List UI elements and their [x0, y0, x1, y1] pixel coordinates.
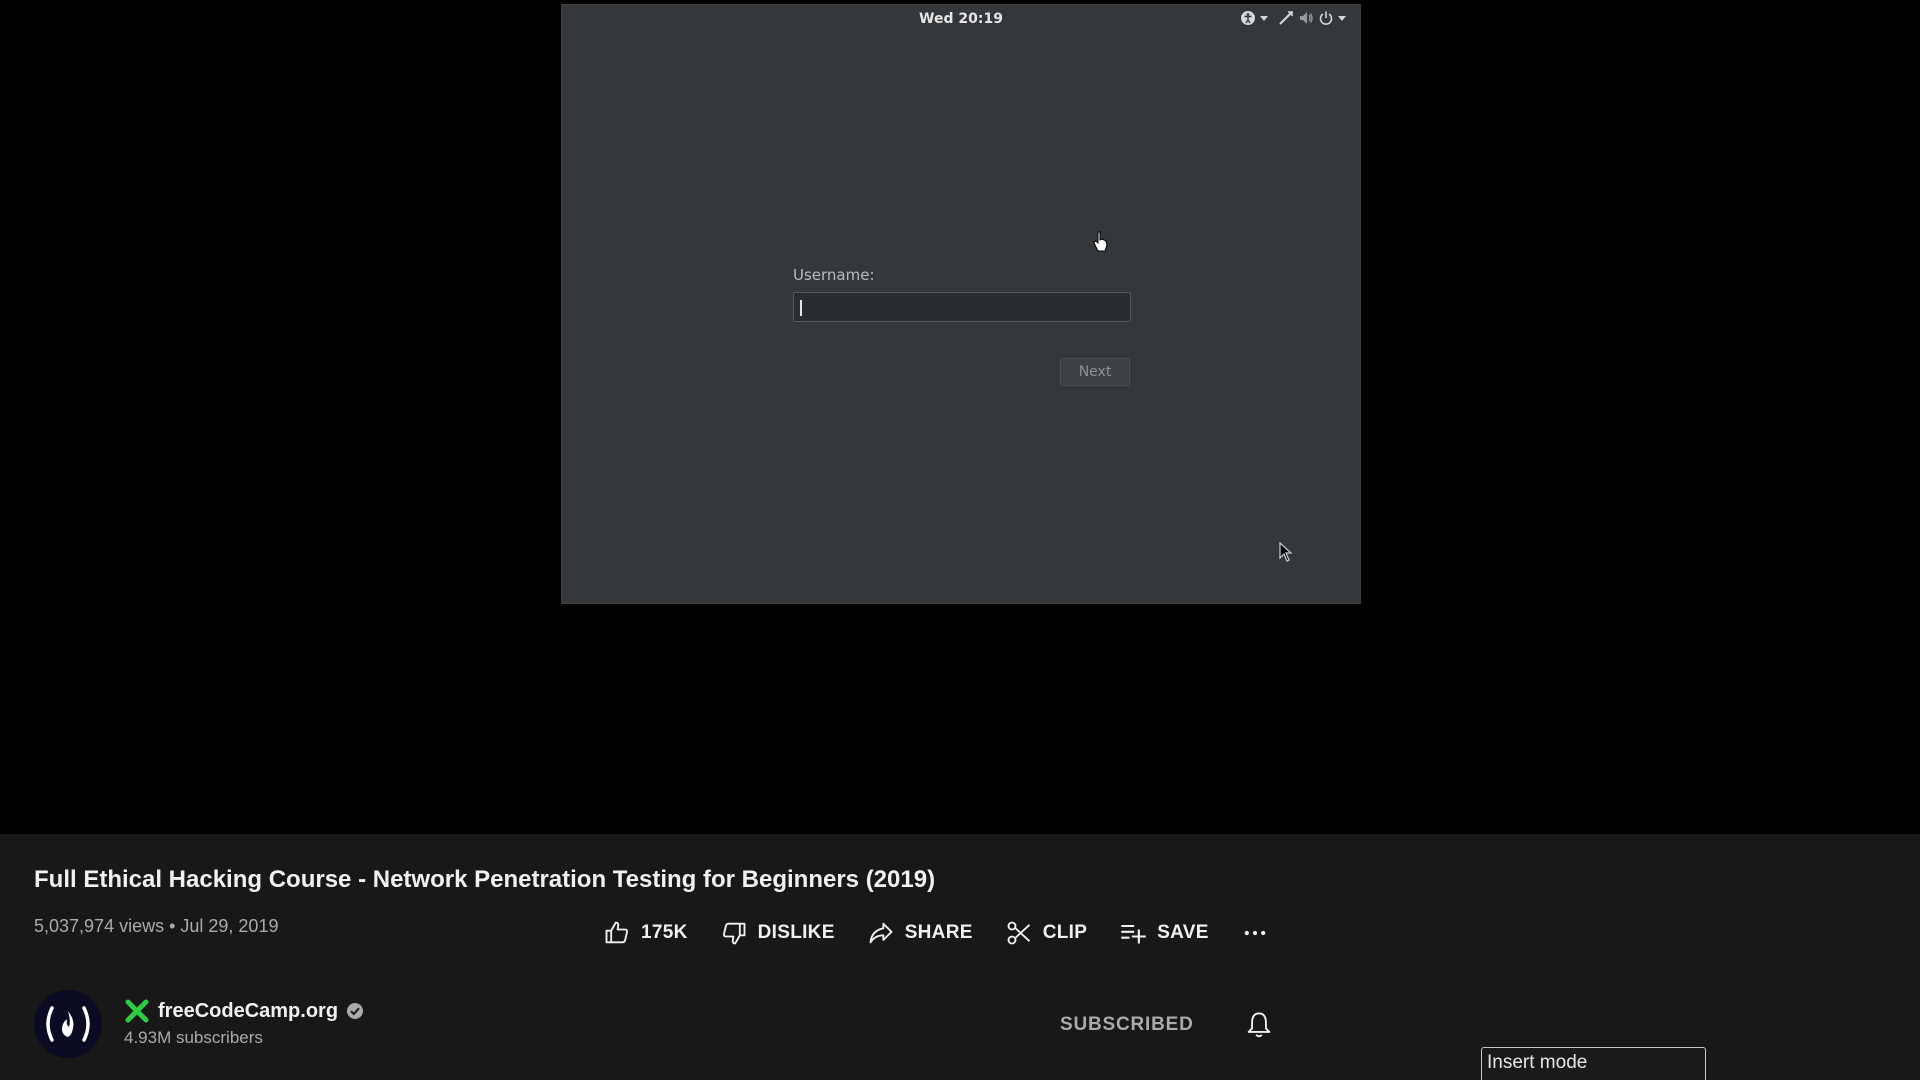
chevron-down-icon: [1260, 15, 1268, 21]
video-meta-panel: Full Ethical Hacking Course - Network Pe…: [0, 834, 1920, 1080]
chevron-down-icon: [1338, 15, 1346, 21]
video-actions: 175K DISLIKE SHARE CLIP SAVE: [603, 918, 1269, 948]
vm-status-menu[interactable]: [1278, 10, 1346, 26]
verified-icon: [347, 1003, 364, 1019]
username-label: Username:: [793, 266, 875, 284]
thumbs-up-icon: [605, 921, 628, 944]
vm-login-screen: Wed 20:19 Username: Next: [561, 4, 1361, 604]
clip-button[interactable]: CLIP: [1005, 919, 1087, 947]
save-label: SAVE: [1157, 922, 1209, 943]
playlist-add-icon: [1121, 924, 1147, 944]
share-icon: [869, 922, 893, 944]
more-horizontal-icon: [1244, 930, 1265, 936]
channel-avatar[interactable]: [34, 990, 102, 1058]
vm-accessibility-menu[interactable]: [1240, 10, 1268, 26]
power-icon: [1318, 10, 1334, 26]
notification-bell-button[interactable]: [1245, 1010, 1273, 1045]
share-button[interactable]: SHARE: [867, 919, 973, 947]
accessibility-icon: [1240, 10, 1256, 26]
video-title: Full Ethical Hacking Course - Network Pe…: [34, 866, 936, 893]
vm-system-tray[interactable]: [1240, 10, 1346, 26]
username-input[interactable]: [793, 292, 1131, 322]
video-stats: 5,037,974 views • Jul 29, 2019: [34, 916, 279, 936]
subscribed-button[interactable]: SUBSCRIBED: [1060, 1014, 1194, 1036]
network-icon: [1278, 10, 1294, 26]
clip-label: CLIP: [1042, 922, 1088, 943]
video-player[interactable]: Wed 20:19 Username: Next: [0, 0, 1920, 834]
subscriber-count: 4.93M subscribers: [124, 1028, 263, 1047]
volume-icon: [1298, 10, 1314, 26]
like-count: 175K: [641, 922, 688, 943]
arrow-cursor-icon: [1279, 541, 1293, 567]
vm-top-bar: Wed 20:19: [562, 5, 1360, 31]
close-icon: [125, 999, 149, 1023]
bell-icon: [1247, 1012, 1271, 1038]
hand-cursor-icon: [1093, 231, 1109, 258]
freecodecamp-logo-icon: [46, 1006, 90, 1042]
save-button[interactable]: SAVE: [1119, 919, 1209, 947]
channel-name[interactable]: freeCodeCamp.org: [158, 1000, 338, 1023]
dislike-label: DISLIKE: [757, 922, 835, 943]
scissors-icon: [1007, 921, 1030, 945]
next-button[interactable]: Next: [1060, 358, 1130, 386]
channel-row: freeCodeCamp.org: [124, 998, 364, 1024]
dislike-button[interactable]: DISLIKE: [720, 919, 835, 947]
text-cursor: [800, 300, 802, 316]
channel-info: freeCodeCamp.org 4.93M subscribers: [124, 998, 364, 1048]
more-actions-button[interactable]: [1241, 919, 1269, 947]
insert-mode-indicator: Insert mode: [1481, 1047, 1706, 1080]
like-button[interactable]: 175K: [603, 919, 688, 947]
thumbs-down-icon: [722, 922, 746, 945]
share-label: SHARE: [904, 922, 973, 943]
